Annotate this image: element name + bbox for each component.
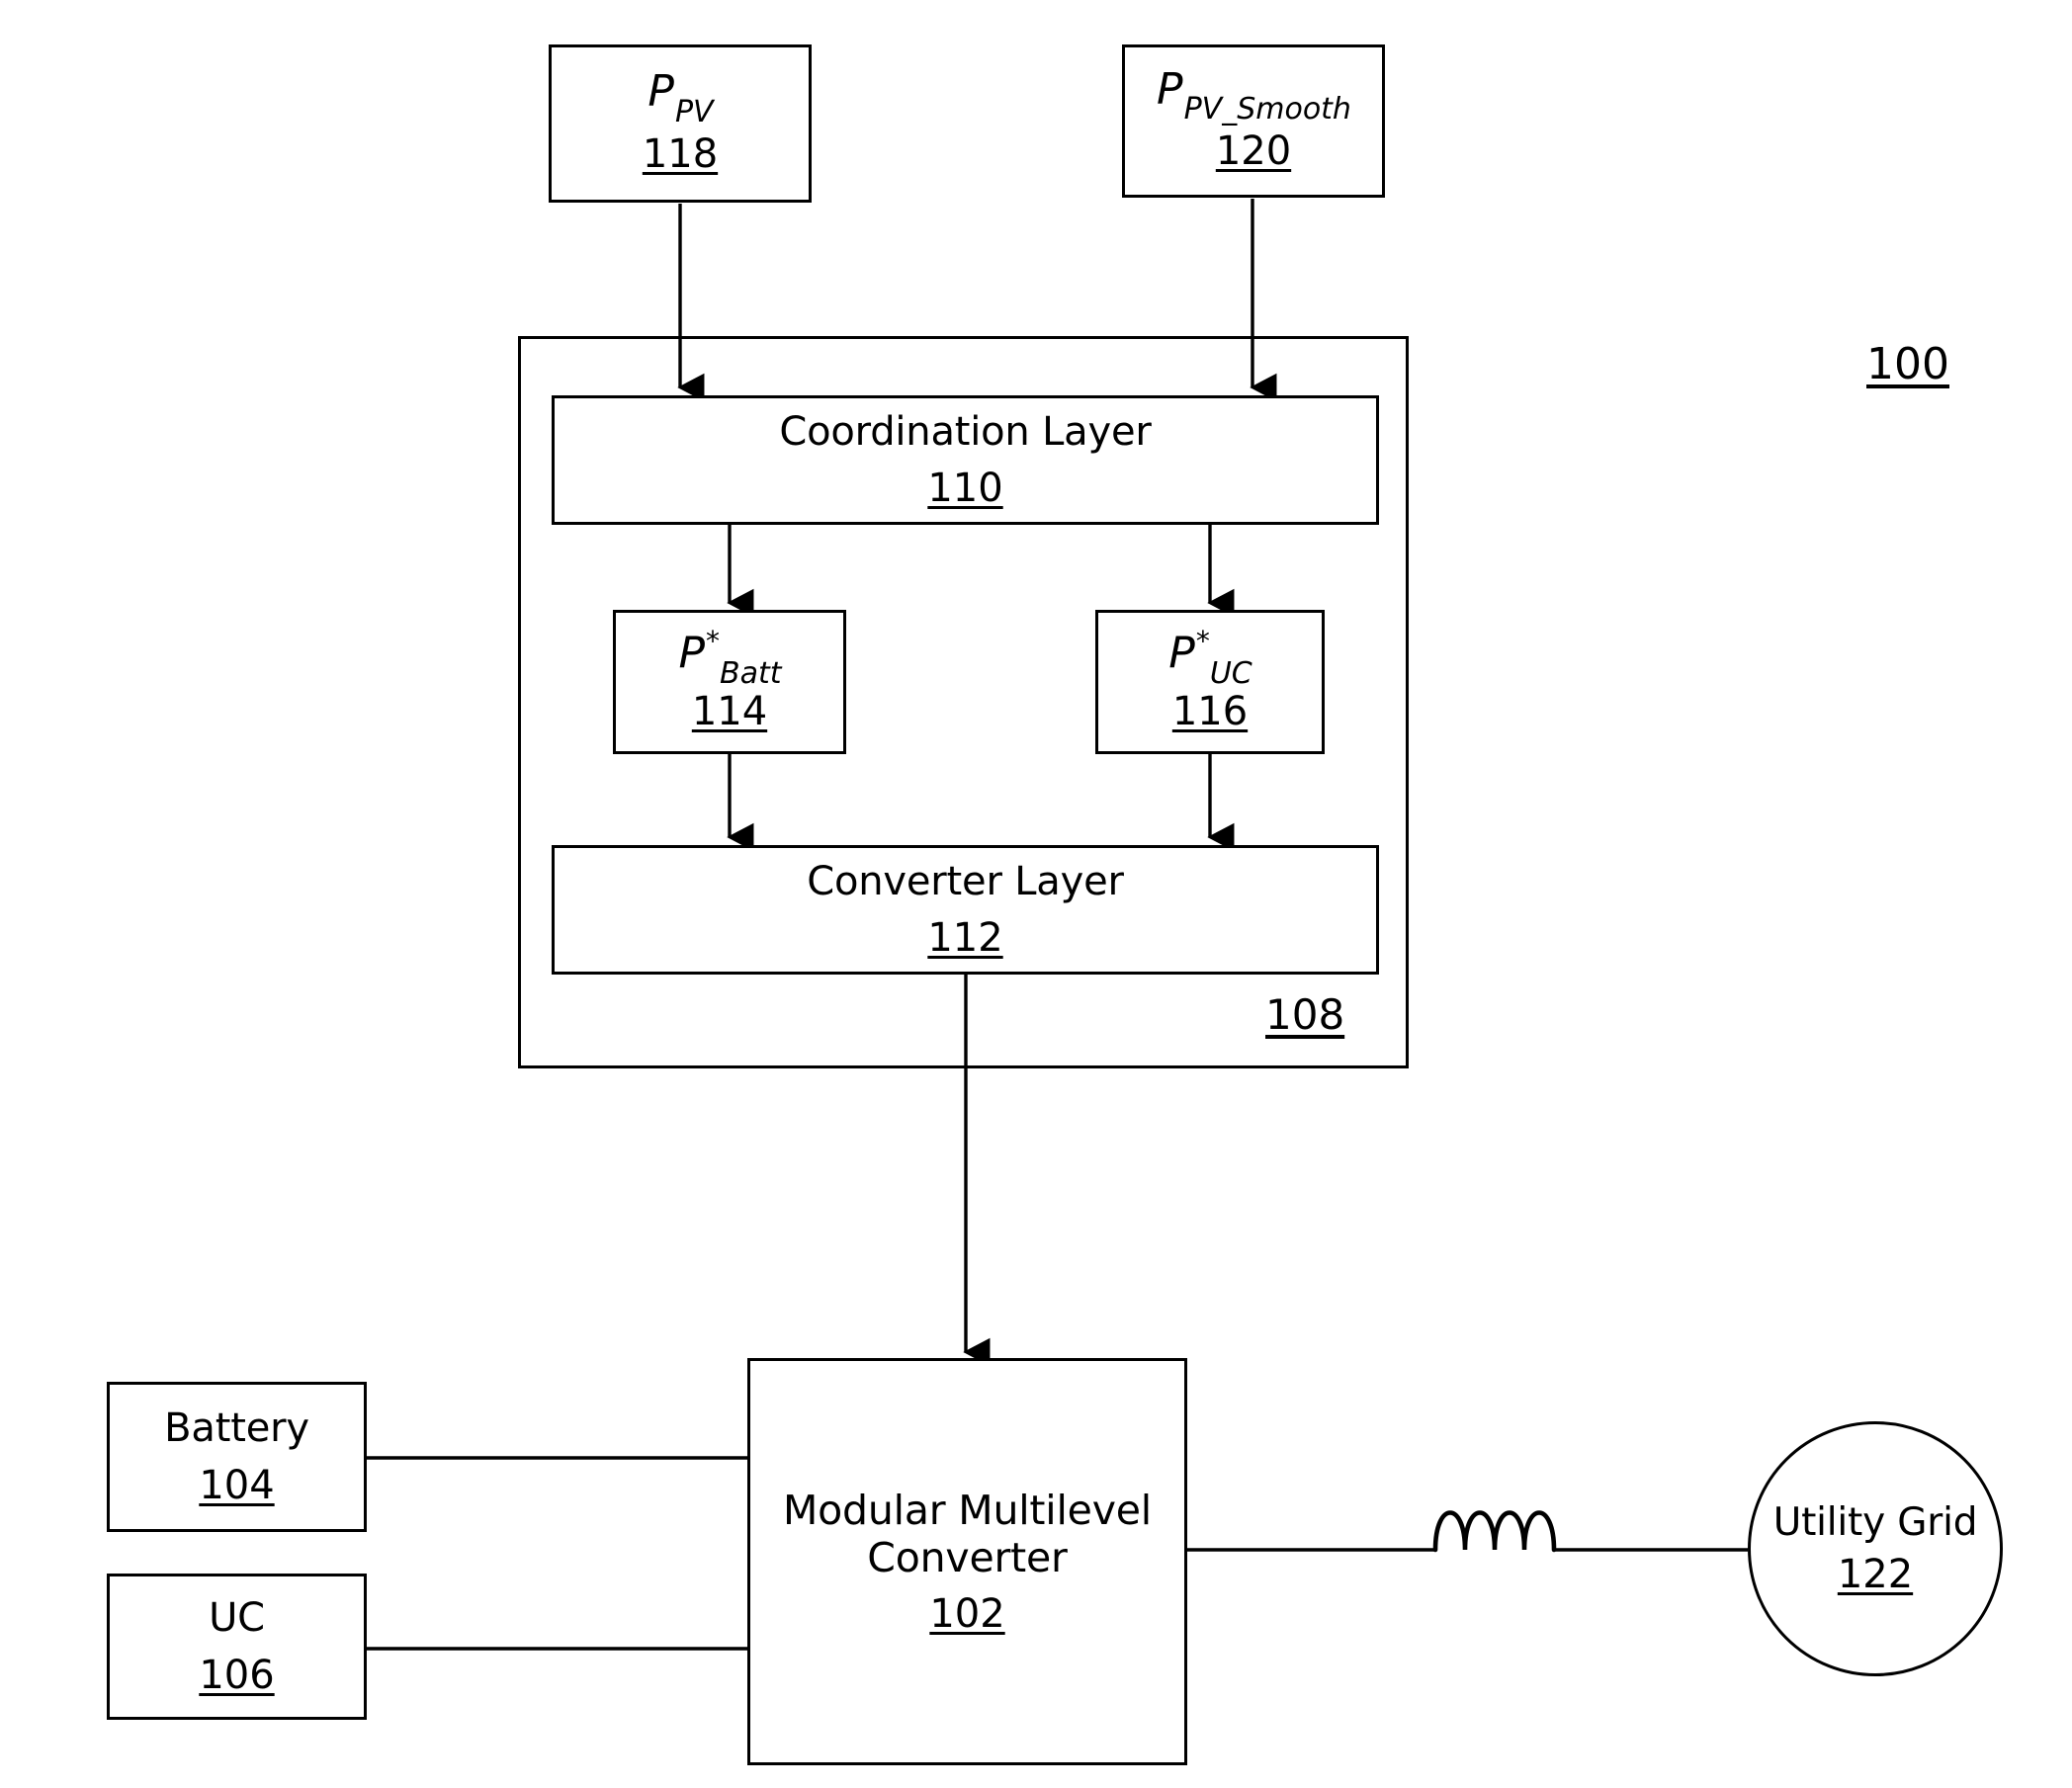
node-p-batt-reference-signal: P*Batt 114: [613, 610, 846, 754]
p-uc-symbol-subscript: UC: [1209, 656, 1252, 692]
p-batt-symbol-superscript: *: [706, 624, 721, 657]
patent-figure: 100 PPV 118 PPV_Smooth 120 108 Coordinat…: [0, 0, 2072, 1788]
p-batt-reference: 114: [691, 689, 768, 735]
p-pv-smooth-reference: 120: [1215, 128, 1292, 175]
node-converter-layer: Converter Layer 112: [552, 845, 1379, 975]
node-p-uc-reference-signal: P*UC 116: [1095, 610, 1325, 754]
node-modular-multilevel-converter: Modular Multilevel Converter 102: [747, 1358, 1187, 1765]
p-pv-symbol-subscript: PV: [674, 94, 714, 129]
controller-container-reference: 108: [1265, 990, 1345, 1039]
converter-layer-reference: 112: [927, 915, 1003, 962]
coordination-layer-reference: 110: [927, 466, 1003, 512]
coordination-layer-label: Coordination Layer: [779, 408, 1152, 455]
uc-reference: 106: [199, 1652, 275, 1698]
p-pv-reference: 118: [642, 130, 719, 177]
p-pv-smooth-symbol-base: P: [1157, 63, 1183, 115]
mmc-label: Modular Multilevel Converter: [783, 1486, 1152, 1581]
node-p-pv-smooth: PPV_Smooth 120: [1122, 44, 1385, 198]
p-uc-reference: 116: [1171, 689, 1249, 735]
p-uc-symbol-superscript: *: [1195, 624, 1210, 657]
utility-grid-reference: 122: [1837, 1552, 1914, 1597]
p-pv-symbol-base: P: [648, 66, 674, 118]
battery-reference: 104: [199, 1462, 275, 1508]
p-batt-symbol-subscript: Batt: [720, 656, 782, 692]
p-uc-symbol-base: P: [1168, 628, 1195, 679]
converter-layer-label: Converter Layer: [807, 858, 1124, 904]
p-uc-symbol: P*UC: [1168, 627, 1252, 688]
battery-label: Battery: [164, 1405, 309, 1452]
mmc-reference: 102: [929, 1591, 1005, 1638]
node-p-pv: PPV 118: [549, 44, 812, 203]
p-pv-smooth-symbol-subscript: PV_Smooth: [1183, 92, 1351, 128]
node-uc: UC 106: [107, 1574, 367, 1720]
p-pv-symbol: PPV: [648, 70, 713, 128]
grid-filter-inductor-icon: [1432, 1510, 1557, 1553]
figure-reference-number: 100: [1866, 339, 1949, 389]
p-batt-symbol-base: P: [678, 628, 706, 679]
uc-label: UC: [209, 1595, 265, 1642]
p-batt-symbol: P*Batt: [678, 627, 781, 688]
node-coordination-layer: Coordination Layer 110: [552, 395, 1379, 525]
utility-grid-label: Utility Grid: [1772, 1499, 1978, 1545]
node-battery: Battery 104: [107, 1382, 367, 1532]
node-utility-grid: Utility Grid 122: [1748, 1421, 2003, 1676]
p-pv-smooth-symbol: PPV_Smooth: [1157, 67, 1351, 125]
